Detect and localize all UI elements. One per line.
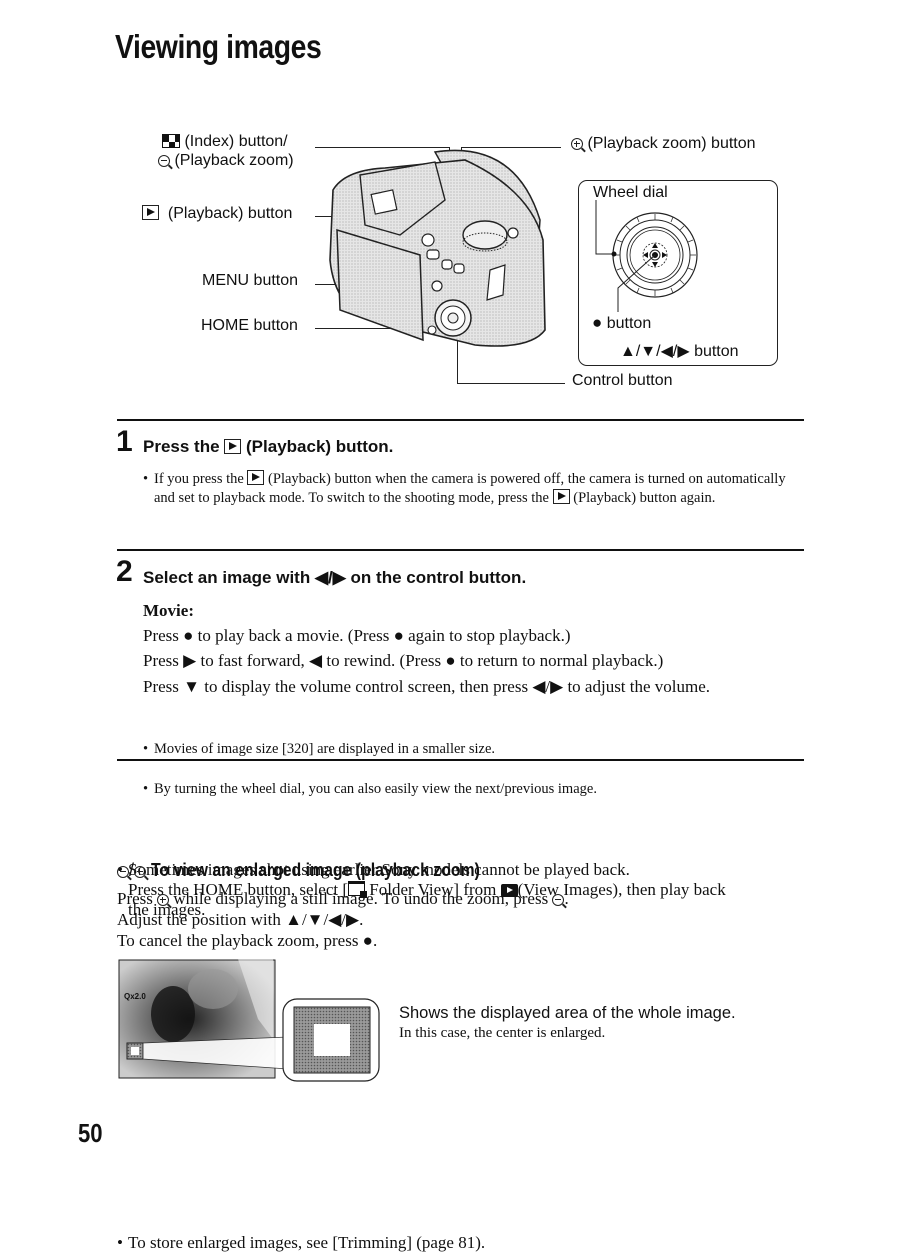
step1-heading: Press the (Playback) button. <box>143 437 394 456</box>
displayed-area <box>314 1024 350 1056</box>
callout-zoom-in-button: (Playback zoom) button <box>571 135 756 153</box>
callout-control-button: Control button <box>572 372 673 389</box>
page-title: Viewing images <box>115 28 322 65</box>
step-number: 1 <box>116 425 133 458</box>
zoom-out-icon <box>552 894 565 906</box>
callout-playback-button: (Playback) button <box>142 205 292 223</box>
trimming-note: To store enlarged images, see [Trimming]… <box>117 1230 918 1255</box>
step1-note: If you press the (Playback) button when … <box>143 470 804 508</box>
callout-home-button: HOME button <box>201 317 298 334</box>
index-icon <box>162 134 180 148</box>
zoom-out-icon <box>158 155 170 167</box>
step-number: 2 <box>116 555 133 588</box>
step2-heading: Select an image with ◀/▶ on the control … <box>143 568 527 587</box>
playback-icon <box>142 205 159 220</box>
zoom-readout: Qx2.0 <box>124 992 146 1001</box>
zoom-instructions: Press while displaying a still image. To… <box>117 889 569 950</box>
zoom-caption-sub: In this case, the center is enlarged. <box>399 1025 606 1041</box>
zoom-caption-main: Shows the displayed area of the whole im… <box>399 1004 736 1022</box>
section-divider <box>117 419 804 421</box>
callout-menu-button: MENU button <box>202 272 299 289</box>
zoom-in-icon <box>157 894 170 906</box>
playback-icon <box>247 470 265 485</box>
step2-bullet: By turning the wheel dial, you can also … <box>143 780 918 799</box>
wheel-dial-illustration <box>595 200 698 312</box>
movie-label: Movie: <box>143 601 194 620</box>
zoom-button <box>453 263 465 274</box>
movie-line: Press ● to play back a movie. (Press ● a… <box>143 626 571 645</box>
zoom-screen-illustration: Qx2.0 <box>118 959 380 1082</box>
callout-zoom-out: (Playback zoom) <box>158 152 294 170</box>
section-divider <box>117 549 804 551</box>
index-button <box>441 259 453 270</box>
center-button-icon: ● <box>592 313 603 332</box>
eyepiece <box>370 189 398 215</box>
playback-icon <box>224 439 242 454</box>
callout-index-button: (Index) button/ <box>162 133 288 151</box>
page-number: 50 <box>78 1118 103 1148</box>
movie-line: Press ▶ to fast forward, ◀ to rewind. (P… <box>143 651 664 670</box>
zoom-section-heading: / To view an enlarged image (playback zo… <box>117 860 525 881</box>
menu-button <box>431 280 443 292</box>
leader-line <box>457 383 565 384</box>
playback-icon <box>552 489 570 504</box>
movie-line: Press ▼ to display the volume control sc… <box>143 677 711 696</box>
arrow-buttons-label: ▲/▼/◀/▶ button <box>620 343 739 360</box>
playback-button <box>426 249 440 260</box>
step2-bullet: Movies of image size [320] are displayed… <box>143 740 918 759</box>
zoom-in-icon <box>134 866 147 878</box>
center-button-label: ● button <box>592 313 652 332</box>
section-divider <box>117 759 804 761</box>
zoom-out-icon <box>117 866 129 878</box>
camera-illustration <box>329 149 546 347</box>
zoom-in-icon <box>571 138 583 150</box>
mode-dial <box>462 220 508 250</box>
home-button <box>427 325 437 335</box>
top-button <box>421 233 435 247</box>
